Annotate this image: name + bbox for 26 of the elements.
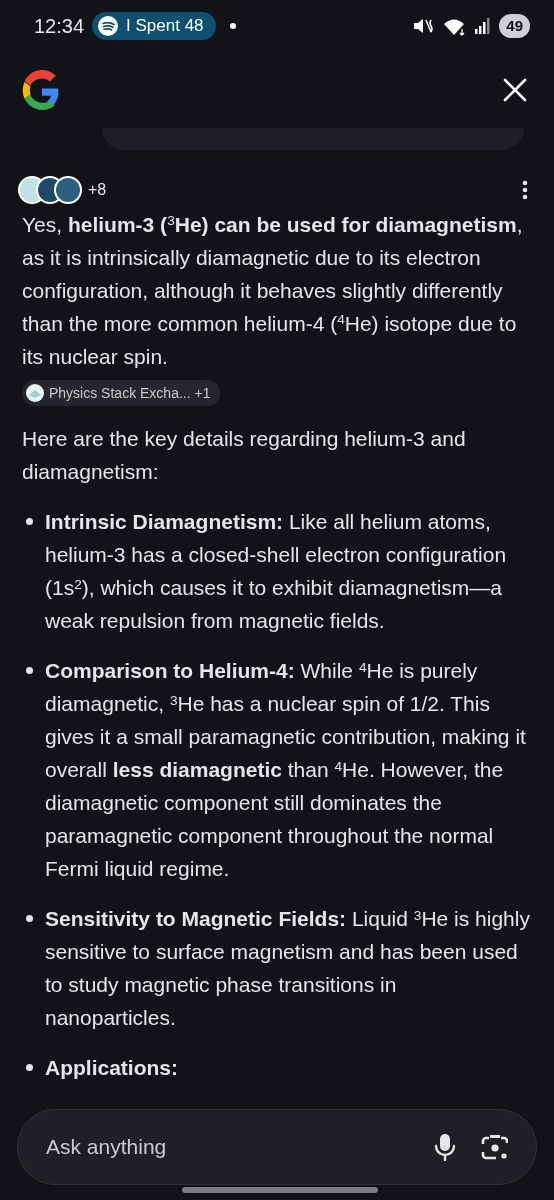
lead-paragraph: Here are the key details regarding helium-3 and diamagnetism: bbox=[21, 426, 467, 486]
source-icon bbox=[26, 384, 44, 403]
bullet-text: Comparison to Helium-4: While $^{4}$He is purely diamagnetic, $^{3}$He has a nuclear spin of 1/2. This gives it a small paramagnetic contribution, making it overall less diamagnetic than $^{4}$He. However, the diamagnetic component still dominates the paramagnetic component throughout the normal Fermi liquid regime. bbox=[45, 658, 527, 883]
signal-icon bbox=[474, 16, 492, 36]
bullet-dot bbox=[26, 518, 33, 526]
clock-time: 12:34 bbox=[34, 14, 85, 39]
bullet-dot bbox=[26, 667, 33, 675]
battery-level: 49 bbox=[499, 13, 530, 39]
answer-paragraph: Yes, helium-3 ($^{3}$He) can be used for diamagnetism, as it is intrinsically diamagnetic due to its electron configuration, although it behaves slightly differently than the more common helium-4 ($^{4}$He) isotope due to its nuclear spin. bbox=[22, 212, 524, 370]
close-icon bbox=[502, 77, 528, 103]
bullet-dot bbox=[26, 915, 33, 923]
ask-input[interactable]: Ask anything bbox=[44, 1130, 414, 1164]
bullet-text: Applications: bbox=[45, 1055, 178, 1082]
mute-icon bbox=[412, 16, 435, 36]
camera-search-icon bbox=[480, 1134, 508, 1160]
source-avatars[interactable]: +8 bbox=[18, 176, 107, 204]
bullet-text: Sensitivity to Magnetic Fields: Liquid $^{3}$He is highly sensitive to surface magnetism and has been used to study magnetic phase transitions in nanoparticles. bbox=[45, 906, 531, 1032]
more-icon bbox=[522, 180, 528, 200]
notification-dot-icon bbox=[229, 23, 236, 29]
bullet-dot bbox=[26, 1064, 33, 1072]
music-app-icon bbox=[98, 16, 119, 36]
bullet-text: Intrinsic Diamagnetism: Like all helium atoms, helium-3 has a closed-shell electron configuration (1s$^{2}$), which causes it to exhibit diamagnetism—a weak repulsion from magnetic fields. bbox=[45, 509, 508, 635]
media-chip[interactable]: I Spent 48 bbox=[92, 12, 216, 40]
microphone-icon bbox=[434, 1133, 456, 1161]
ask-bar[interactable]: Ask anything bbox=[17, 1109, 537, 1185]
source-link[interactable]: Physics Stack Excha... +1 bbox=[22, 380, 221, 407]
